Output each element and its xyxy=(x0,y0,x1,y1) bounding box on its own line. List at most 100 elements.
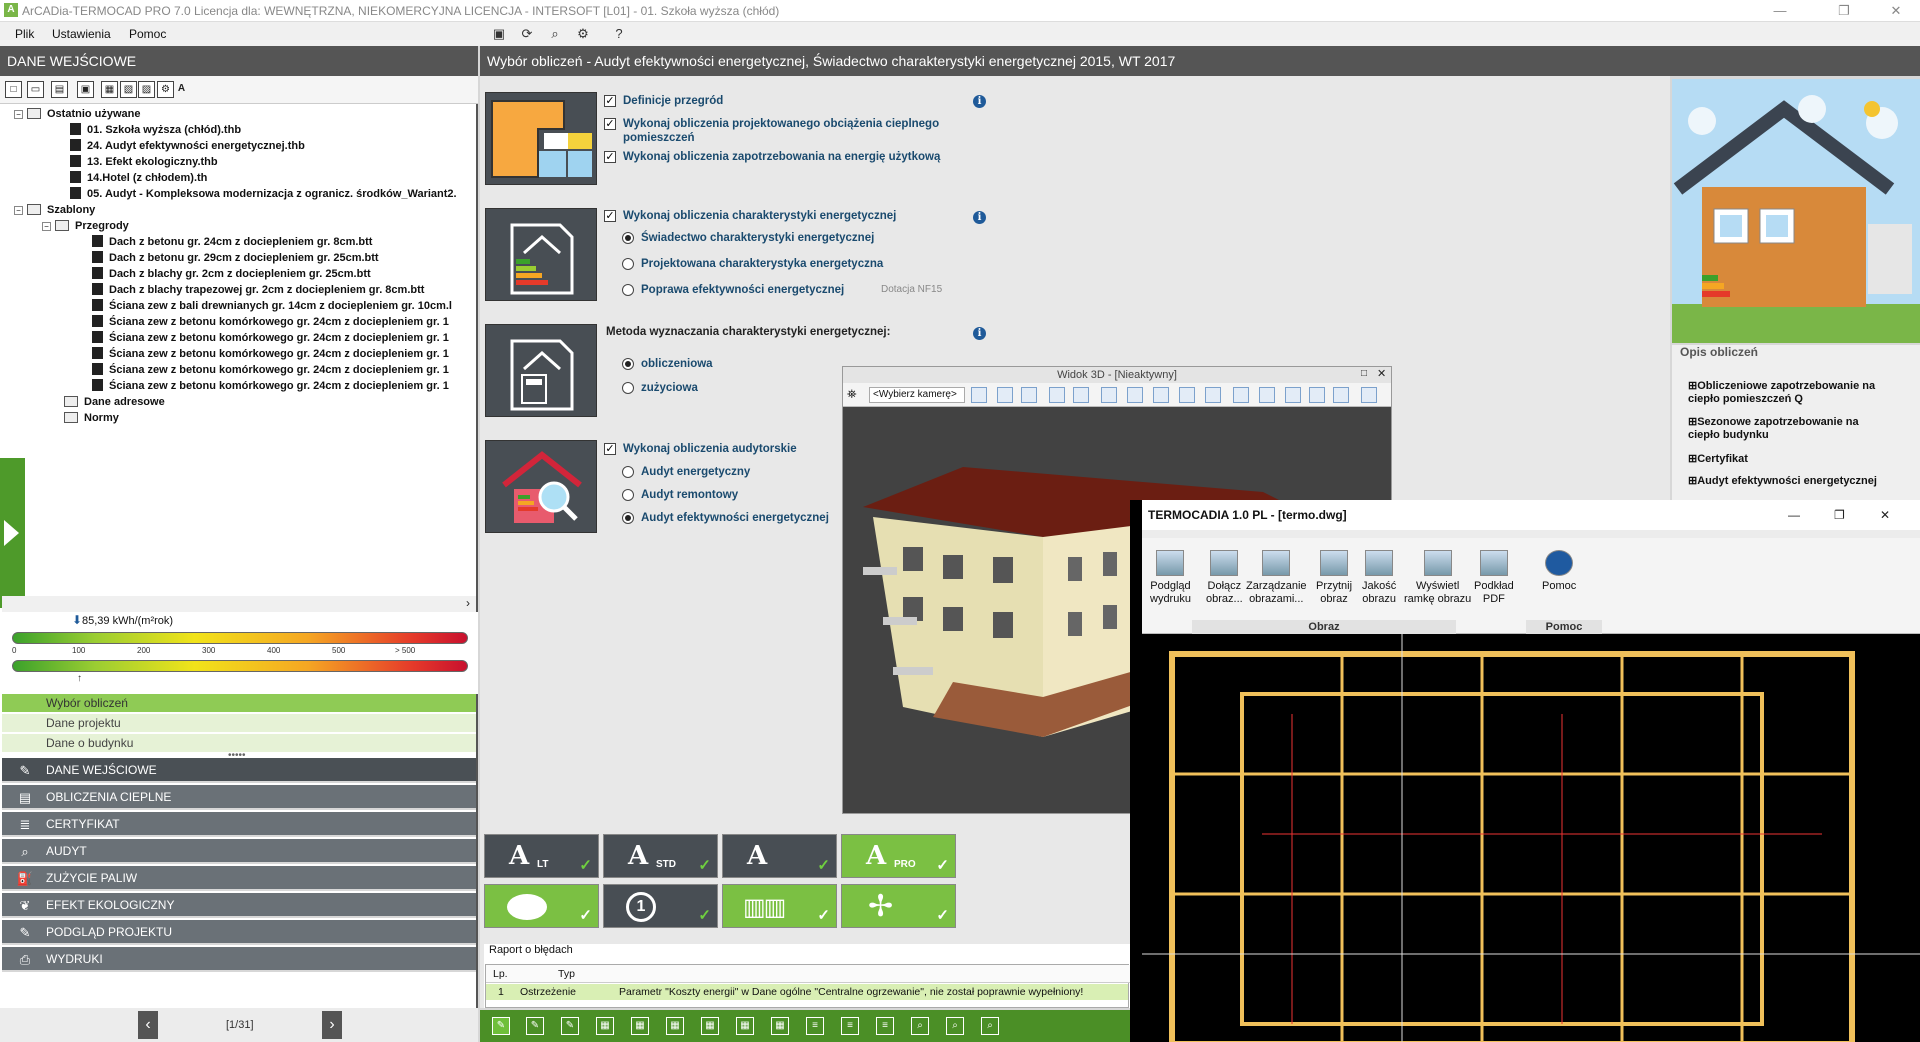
info-icon[interactable]: i xyxy=(973,95,986,108)
close-3d-icon[interactable]: ✕ xyxy=(1377,367,1386,380)
subnav-wybor-obliczen[interactable]: Wybór obliczeń xyxy=(2,694,476,713)
nav-obliczenia-cieplne[interactable]: ▤ OBLICZENIA CIEPLNE xyxy=(2,785,476,810)
search-icon[interactable]: ⌕ xyxy=(911,1017,929,1035)
render-icon[interactable] xyxy=(1285,387,1301,403)
print2-icon[interactable] xyxy=(1205,387,1221,403)
panel-expand-tab[interactable] xyxy=(0,458,25,608)
checkbox-charakterystyka[interactable]: ✓ xyxy=(604,210,616,222)
radio-swiadectwo[interactable] xyxy=(622,232,634,244)
tree-item-recent-2[interactable]: 24. Audyt efektywności energetycznej.thb xyxy=(70,138,305,154)
tree-item-partition[interactable]: Dach z blachy gr. 2cm z dociepleniem gr.… xyxy=(92,266,371,282)
camera-select[interactable]: <Wybierz kamerę> xyxy=(869,387,965,403)
module-heating-button[interactable]: ▥▥ ✓ xyxy=(722,884,837,928)
collapse-icon[interactable]: − xyxy=(14,110,23,119)
tree-node-norms[interactable]: Normy xyxy=(64,410,119,426)
open-icon[interactable]: ▤ xyxy=(51,81,68,98)
scroll-right-icon[interactable]: › xyxy=(466,596,470,610)
help-icon[interactable]: ? xyxy=(611,26,627,42)
tree-item-partition[interactable]: Dach z blachy trapezowej gr. 2cm z docie… xyxy=(92,282,424,298)
collapse-icon[interactable]: − xyxy=(14,206,23,215)
menu-pomoc[interactable]: Pomoc xyxy=(129,27,166,41)
edit3-icon[interactable]: ✎ xyxy=(561,1017,579,1035)
module-ventilation-button[interactable]: ✢ ✓ xyxy=(841,884,956,928)
table2-icon[interactable]: ▦ xyxy=(631,1017,649,1035)
tree-node-templates[interactable]: − Szablony xyxy=(14,202,95,218)
save-icon[interactable]: ▣ xyxy=(491,26,507,42)
save-file-icon[interactable]: ▣ xyxy=(77,81,94,98)
copy-icon[interactable]: ▧ xyxy=(120,81,137,98)
radio-audyt-efektywnosci[interactable] xyxy=(622,512,634,524)
radio-poprawa[interactable] xyxy=(622,284,634,296)
module-pro-button[interactable]: A PRO ✓ xyxy=(841,834,956,878)
orbit-icon[interactable] xyxy=(1049,387,1065,403)
nav-wydruki[interactable]: ⎙ WYDRUKI xyxy=(2,947,476,972)
view-icon[interactable] xyxy=(1333,387,1349,403)
radio-audyt-energetyczny[interactable] xyxy=(622,466,634,478)
nav-audyt[interactable]: ⌕ AUDYT xyxy=(2,839,476,864)
table5-icon[interactable]: ▦ xyxy=(736,1017,754,1035)
cad-maximize-button[interactable]: ❐ xyxy=(1834,508,1845,522)
tree-node-partitions[interactable]: − Przegrody xyxy=(42,218,129,234)
list2-icon[interactable]: ≡ xyxy=(841,1017,859,1035)
pan-icon[interactable] xyxy=(1101,387,1117,403)
tree-item-recent-1[interactable]: 01. Szkoła wyższa (chłód).thb xyxy=(70,122,241,138)
cad-minimize-button[interactable]: — xyxy=(1788,508,1800,522)
pdf-underlay-button[interactable]: Podkład PDF xyxy=(1474,550,1514,606)
fly-icon[interactable] xyxy=(1127,387,1143,403)
zoom-window-icon[interactable] xyxy=(997,387,1013,403)
grid-icon[interactable] xyxy=(1073,387,1089,403)
maximize-icon[interactable]: □ xyxy=(1361,368,1367,379)
preview-icon[interactable]: ⌕ xyxy=(547,26,563,42)
info-icon[interactable]: i xyxy=(973,327,986,340)
new-doc-icon[interactable]: ▭ xyxy=(27,81,44,98)
description-item[interactable]: ⊞Obliczeniowe zapotrzebowanie na ciepło … xyxy=(1688,380,1888,406)
attach-image-button[interactable]: Dołącz obraz... xyxy=(1206,550,1243,606)
table4-icon[interactable]: ▦ xyxy=(701,1017,719,1035)
module-std-button[interactable]: A STD ✓ xyxy=(603,834,718,878)
checkbox-definicje[interactable]: ✓ xyxy=(604,95,616,107)
info-icon[interactable]: i xyxy=(973,211,986,224)
radio-obliczeniowa[interactable] xyxy=(622,358,634,370)
cad-close-button[interactable]: ✕ xyxy=(1880,508,1890,522)
arcadia-icon[interactable]: A xyxy=(173,81,190,98)
collapse-icon[interactable]: − xyxy=(42,222,51,231)
clip-image-button[interactable]: Przytnij obraz xyxy=(1316,550,1352,606)
tree-item-partition[interactable]: Ściana zew z betonu komórkowego gr. 24cm… xyxy=(92,378,449,394)
tree-item-partition[interactable]: Ściana zew z betonu komórkowego gr. 24cm… xyxy=(92,346,449,362)
module-base-button[interactable]: A ✓ xyxy=(722,834,837,878)
subnav-dane-projektu[interactable]: Dane projektu xyxy=(2,714,476,733)
menu-plik[interactable]: Plik xyxy=(15,27,34,41)
radio-projektowana[interactable] xyxy=(622,258,634,270)
refresh-icon[interactable]: ⟳ xyxy=(519,26,535,42)
camera-icon[interactable]: ⛯ xyxy=(847,387,863,403)
tree-item-partition[interactable]: Dach z betonu gr. 24cm z dociepleniem gr… xyxy=(92,234,372,250)
nav-dane-wejsciowe[interactable]: ✎ DANE WEJŚCIOWE xyxy=(2,758,476,783)
module-eco-button[interactable]: ✓ xyxy=(484,884,599,928)
tree-horizontal-scrollbar[interactable]: › xyxy=(2,596,476,612)
tree-item-partition[interactable]: Ściana zew z betonu komórkowego gr. 24cm… xyxy=(92,314,449,330)
description-item[interactable]: ⊞Sezonowe zapotrzebowanie na ciepło budy… xyxy=(1688,416,1888,442)
tree-item-recent-3[interactable]: 13. Efekt ekologiczny.thb xyxy=(70,154,218,170)
description-item[interactable]: ⊞Certyfikat xyxy=(1688,453,1888,466)
layers2-icon[interactable] xyxy=(1259,387,1275,403)
save-as-icon[interactable]: ▦ xyxy=(101,81,118,98)
minimize-button[interactable]: — xyxy=(1760,0,1800,22)
light-icon[interactable] xyxy=(1309,387,1325,403)
nav-zuzycie-paliw[interactable]: ⛽ ZUŻYCIE PALIW xyxy=(2,866,476,891)
print-preview-button[interactable]: Podgląd wydruku xyxy=(1150,550,1191,606)
expand-icon[interactable] xyxy=(1153,387,1169,403)
table3-icon[interactable]: ▦ xyxy=(666,1017,684,1035)
search2-icon[interactable]: ⌕ xyxy=(946,1017,964,1035)
tree-item-partition[interactable]: Ściana zew z betonu komórkowego gr. 24cm… xyxy=(92,362,449,378)
close-button[interactable]: ✕ xyxy=(1876,0,1916,22)
settings-3d-icon[interactable] xyxy=(1361,387,1377,403)
checkbox-zapotrzebowanie[interactable]: ✓ xyxy=(604,151,616,163)
checkbox-obciazenie[interactable]: ✓ xyxy=(604,118,616,130)
search3-icon[interactable]: ⌕ xyxy=(981,1017,999,1035)
restore-button[interactable]: ❐ xyxy=(1824,0,1864,22)
table6-icon[interactable]: ▦ xyxy=(771,1017,789,1035)
tree-node-recent[interactable]: − Ostatnio używane xyxy=(14,106,141,122)
settings-icon[interactable]: ⚙ xyxy=(575,26,591,42)
layers-icon[interactable] xyxy=(1233,387,1249,403)
description-item[interactable]: ⊞Audyt efektywności energetycznej xyxy=(1688,475,1888,488)
